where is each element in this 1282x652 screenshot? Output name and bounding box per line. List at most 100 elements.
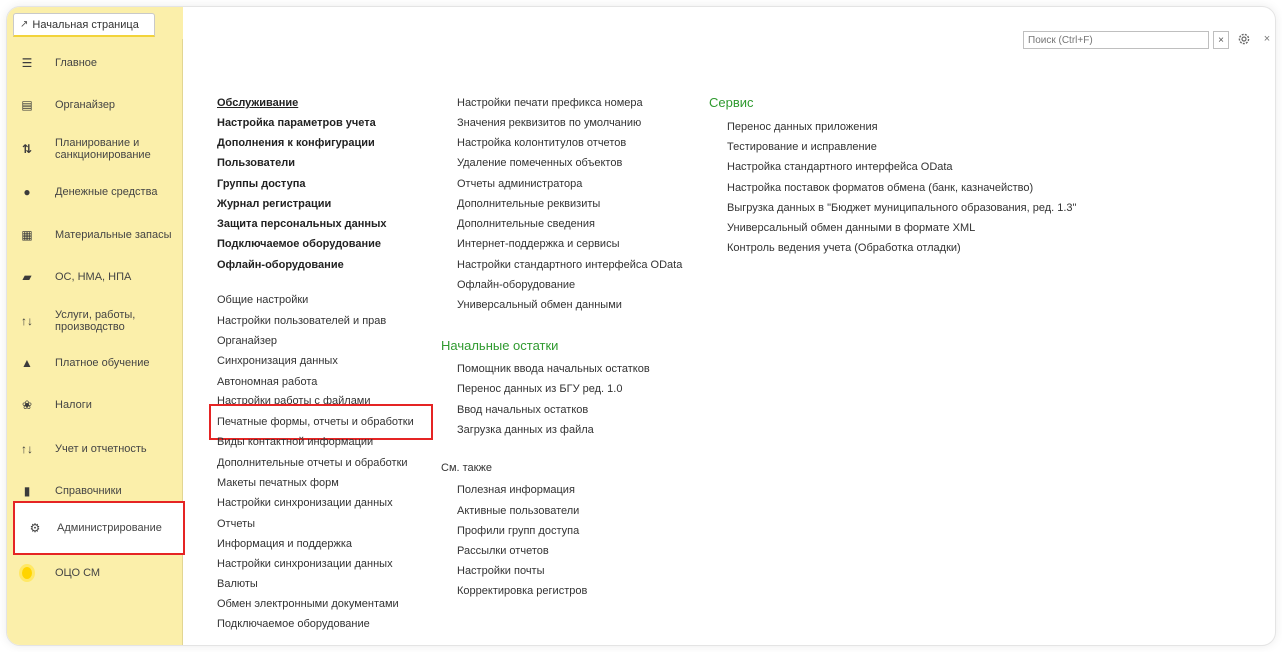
link-budget-export[interactable]: Выгрузка данных в "Бюджет муниципального… <box>727 201 1076 215</box>
gear-icon <box>1238 33 1250 45</box>
link-exchange-formats[interactable]: Настройка поставок форматов обмена (банк… <box>727 181 1033 195</box>
home-tab[interactable]: ↗ Начальная страница <box>13 13 155 37</box>
sidebar-item-taxes[interactable]: ❀ Налоги <box>7 387 183 423</box>
close-icon[interactable]: × <box>1261 31 1273 47</box>
home-tab-label: Начальная страница <box>32 18 139 31</box>
link-sync-settings[interactable]: Настройки синхронизации данных <box>217 496 393 510</box>
sidebar-item-main[interactable]: ☰ Главное <box>7 45 183 81</box>
link-access-profiles[interactable]: Профили групп доступа <box>457 524 579 538</box>
books-icon: ▮ <box>23 484 31 498</box>
sidebar-item-education[interactable]: ▲ Платное обучение <box>7 345 183 381</box>
sidebar-item-label: Услуги, работы, производство <box>55 309 136 333</box>
emblem-icon: ❀ <box>21 398 33 412</box>
link-config-extensions[interactable]: Дополнения к конфигурации <box>217 136 375 150</box>
link-sync-settings-2[interactable]: Настройки синхронизации данных <box>217 557 393 571</box>
sidebar-item-cash[interactable]: ● Денежные средства <box>7 174 183 210</box>
link-accounting-control[interactable]: Контроль ведения учета (Обработка отладк… <box>727 241 961 255</box>
settings-button[interactable] <box>1235 30 1253 48</box>
menu-lines-icon: ☰ <box>21 56 33 70</box>
sidebar-item-label: Планирование и санкционирование <box>55 137 151 161</box>
link-mail-settings[interactable]: Настройки почты <box>457 564 545 578</box>
tab-bar: ↗ Начальная страница <box>7 7 183 39</box>
sidebar-item-label: Справочники <box>55 485 122 497</box>
link-accounting-params[interactable]: Настройка параметров учета <box>217 116 376 130</box>
sidebar-item-accounting[interactable]: ↑↓ Учет и отчетность <box>7 431 183 467</box>
link-odata-interface[interactable]: Настройка стандартного интерфейса OData <box>727 160 953 174</box>
link-offline-equipment-2[interactable]: Офлайн-оборудование <box>457 278 575 292</box>
sidebar-item-label: Денежные средства <box>55 186 158 198</box>
link-default-values[interactable]: Значения реквизитов по умолчанию <box>457 116 641 130</box>
link-edi[interactable]: Обмен электронными документами <box>217 597 399 611</box>
link-balances-wizard[interactable]: Помощник ввода начальных остатков <box>457 362 650 376</box>
link-offline-equipment[interactable]: Офлайн-оборудование <box>217 258 344 272</box>
link-universal-exchange[interactable]: Универсальный обмен данными <box>457 298 622 312</box>
search-input[interactable] <box>1023 31 1209 49</box>
link-personal-data[interactable]: Защита персональных данных <box>217 217 387 231</box>
link-odata-settings[interactable]: Настройки стандартного интерфейса OData <box>457 258 682 272</box>
group-title-opening-balances: Начальные остатки <box>441 338 559 353</box>
link-delete-marked[interactable]: Удаление помеченных объектов <box>457 156 622 170</box>
link-app-data-transfer[interactable]: Перенос данных приложения <box>727 120 878 134</box>
link-info-support[interactable]: Информация и поддержка <box>217 537 352 551</box>
link-print-forms[interactable]: Печатные формы, отчеты и обработки <box>217 415 414 429</box>
link-general-settings[interactable]: Общие настройки <box>217 293 308 307</box>
link-connected-equipment-2[interactable]: Подключаемое оборудование <box>217 617 370 631</box>
link-reports[interactable]: Отчеты <box>217 517 255 531</box>
sidebar-item-label: ОЦО СМ <box>55 567 101 579</box>
link-report-mailings[interactable]: Рассылки отчетов <box>457 544 549 558</box>
link-prefix-print[interactable]: Настройки печати префикса номера <box>457 96 643 110</box>
link-register-adjustment[interactable]: Корректировка регистров <box>457 584 587 598</box>
app-window: ↗ Начальная страница ☰ Главное ▤ Органай… <box>6 6 1276 646</box>
sidebar-item-label: Учет и отчетность <box>55 443 147 455</box>
link-load-from-file[interactable]: Загрузка данных из файла <box>457 423 594 437</box>
link-event-log[interactable]: Журнал регистрации <box>217 197 331 211</box>
link-additional-info[interactable]: Дополнительные сведения <box>457 217 595 231</box>
link-connected-equipment[interactable]: Подключаемое оборудование <box>217 237 381 251</box>
graduation-cap-icon: ▲ <box>21 356 33 370</box>
sidebar-item-organizer[interactable]: ▤ Органайзер <box>7 87 183 123</box>
link-users[interactable]: Пользователи <box>217 156 295 170</box>
inventory-icon: ▦ <box>21 228 33 242</box>
link-currencies[interactable]: Валюты <box>217 577 258 591</box>
link-offline-work[interactable]: Автономная работа <box>217 375 317 389</box>
link-internet-support[interactable]: Интернет-поддержка и сервисы <box>457 237 619 251</box>
sidebar-item-oco-sm[interactable]: ОЦО СМ <box>7 555 183 591</box>
sidebar-item-fixed-assets[interactable]: ▰ ОС, НМА, НПА <box>7 259 183 295</box>
sidebar-item-label: Налоги <box>55 399 92 411</box>
sidebar-item-label: ОС, НМА, НПА <box>55 271 132 283</box>
link-access-groups[interactable]: Группы доступа <box>217 177 305 191</box>
search-clear-button[interactable]: × <box>1213 31 1229 49</box>
link-maintenance[interactable]: Обслуживание <box>217 96 298 110</box>
link-print-templates[interactable]: Макеты печатных форм <box>217 476 339 490</box>
link-xml-exchange[interactable]: Универсальный обмен данными в формате XM… <box>727 221 975 235</box>
link-useful-info[interactable]: Полезная информация <box>457 483 575 497</box>
link-additional-reports[interactable]: Дополнительные отчеты и обработки <box>217 456 408 470</box>
group-title-see-also: См. также <box>441 462 492 474</box>
sidebar-item-label: Органайзер <box>55 99 116 111</box>
sidebar: ☰ Главное ▤ Органайзер ⇅ Планирование и … <box>7 39 185 645</box>
link-data-sync[interactable]: Синхронизация данных <box>217 354 338 368</box>
link-testing-repair[interactable]: Тестирование и исправление <box>727 140 877 154</box>
sidebar-item-planning[interactable]: ⇅ Планирование и санкционирование <box>7 131 183 167</box>
link-report-headers[interactable]: Настройка колонтитулов отчетов <box>457 136 626 150</box>
link-enter-balances[interactable]: Ввод начальных остатков <box>457 403 588 417</box>
sidebar-item-label: Платное обучение <box>55 357 150 369</box>
sidebar-item-administration[interactable]: ⚙ Администрирование <box>13 501 185 555</box>
link-active-users[interactable]: Активные пользователи <box>457 504 579 518</box>
link-organizer[interactable]: Органайзер <box>217 334 277 348</box>
sidebar-item-label: Администрирование <box>57 522 162 534</box>
home-icon: ↗ <box>20 19 29 30</box>
link-additional-attributes[interactable]: Дополнительные реквизиты <box>457 197 600 211</box>
link-admin-reports[interactable]: Отчеты администратора <box>457 177 582 191</box>
coin-icon <box>19 564 35 582</box>
sidebar-item-services[interactable]: ↑↓ Услуги, работы, производство <box>7 303 183 339</box>
gear-icon: ⚙ <box>29 521 41 535</box>
planning-icon: ⇅ <box>21 142 33 156</box>
notepad-icon: ▤ <box>21 98 33 112</box>
link-user-settings[interactable]: Настройки пользователей и прав <box>217 314 386 328</box>
link-contact-info-types[interactable]: Виды контактной информации <box>217 435 373 449</box>
sidebar-item-label: Главное <box>55 57 98 69</box>
link-transfer-bgu[interactable]: Перенос данных из БГУ ред. 1.0 <box>457 382 622 396</box>
sidebar-item-label: Материальные запасы <box>55 229 172 241</box>
sidebar-item-inventory[interactable]: ▦ Материальные запасы <box>7 217 183 253</box>
